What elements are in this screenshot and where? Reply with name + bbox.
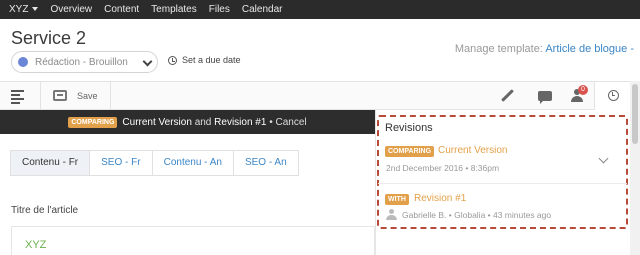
revision-divider	[378, 183, 627, 184]
compare-current: Current Version	[122, 116, 192, 128]
status-dot	[18, 57, 28, 67]
compare-revision: Revision #1	[214, 116, 267, 128]
nav-templates[interactable]: Templates	[151, 4, 197, 15]
revisions-title: Revisions	[385, 122, 433, 134]
notification-badge: 0	[578, 85, 588, 95]
save-icon[interactable]	[53, 90, 67, 101]
nav-calendar[interactable]: Calendar	[242, 4, 283, 15]
article-title-value: XYZ	[25, 239, 47, 251]
tab-contenu-fr[interactable]: Contenu - Fr	[11, 151, 91, 175]
tab-seo-an[interactable]: SEO - An	[234, 151, 298, 175]
revision-tag: COMPARING	[385, 146, 435, 157]
caret-down-icon	[32, 7, 39, 11]
language-tabs: Contenu - Fr SEO - Fr Contenu - An SEO -…	[10, 150, 299, 176]
comment-icon[interactable]	[538, 91, 552, 104]
field-label: Titre de l'article	[11, 205, 79, 216]
clock-icon	[168, 55, 177, 65]
save-button[interactable]: Save	[77, 91, 98, 101]
history-icon[interactable]	[608, 90, 619, 101]
status-dropdown[interactable]: Rédaction - Brouillon	[11, 51, 158, 73]
tab-contenu-an[interactable]: Contenu - An	[153, 151, 234, 175]
scrollbar-thumb[interactable]	[632, 84, 638, 144]
cancel-compare-link[interactable]: • Cancel	[269, 117, 306, 128]
manage-template: Manage template: Article de blogue -	[455, 43, 634, 55]
brand-menu[interactable]: XYZ	[9, 4, 39, 15]
toolbar-divider	[40, 82, 41, 110]
nav-content[interactable]: Content	[104, 4, 139, 15]
manage-template-link[interactable]: Article de blogue -	[545, 43, 634, 55]
due-date-label: Set a due date	[182, 55, 241, 65]
editor-toolbar: Save 0	[0, 81, 630, 110]
comparing-tag: COMPARING	[68, 116, 118, 128]
nav-files[interactable]: Files	[209, 4, 230, 15]
compare-bar: COMPARING Current Version and Revision #…	[0, 110, 375, 134]
avatar	[386, 209, 397, 220]
brand-label: XYZ	[9, 4, 29, 15]
nav-overview[interactable]: Overview	[50, 4, 92, 15]
tab-seo-fr[interactable]: SEO - Fr	[90, 151, 153, 175]
manage-template-label: Manage template:	[454, 43, 543, 55]
revision-name[interactable]: Revision #1	[414, 193, 466, 204]
pencil-icon[interactable]	[501, 89, 514, 102]
revision-tag: WITH	[385, 194, 409, 205]
top-nav: XYZ Overview Content Templates Files Cal…	[0, 0, 640, 19]
toolbar-divider	[110, 82, 111, 110]
revision-name[interactable]: Current Version	[438, 145, 507, 156]
chevron-down-icon	[142, 56, 153, 67]
page-title: Service 2	[11, 28, 87, 48]
page: XYZ Overview Content Templates Files Cal…	[0, 0, 640, 255]
revision-meta: Gabrielle B. • Globalia • 43 minutes ago	[402, 210, 552, 220]
align-left-icon[interactable]	[11, 90, 24, 106]
status-label: Rédaction - Brouillon	[35, 56, 128, 68]
set-due-date-link[interactable]: Set a due date	[168, 55, 241, 65]
article-title-field[interactable]	[11, 226, 375, 255]
compare-and: and	[194, 116, 212, 128]
revision-meta: 2nd December 2016 • 8:36pm	[386, 163, 500, 173]
